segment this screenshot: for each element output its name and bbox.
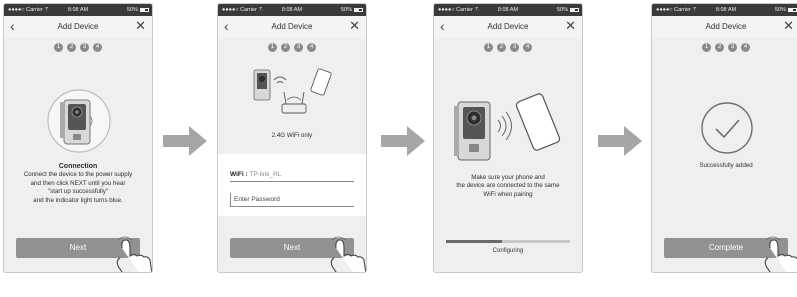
battery-icon xyxy=(788,8,797,12)
pairing-line-2: the device are connected to the same xyxy=(456,182,560,190)
battery-icon xyxy=(140,8,149,12)
wifi-pairing-illustration xyxy=(253,68,332,114)
screen-wifi-setup: ●●●●○ Carrier ⇡ 8:08 AM 50% ‹ Add Device… xyxy=(217,3,367,273)
success-message: Successfully added xyxy=(699,162,753,169)
step-3: 3 xyxy=(80,43,89,52)
step-3: 3 xyxy=(510,43,519,52)
step-3: 3 xyxy=(294,43,303,52)
step-4: 4 xyxy=(93,43,102,52)
instruction-line-2: and then click NEXT until you hear xyxy=(30,179,126,187)
nav-bar: ‹ Add Device ✕ xyxy=(4,16,152,38)
step-2: 2 xyxy=(715,43,724,52)
step-3: 3 xyxy=(728,43,737,52)
checkmark-icon xyxy=(701,102,753,154)
wifi-label: WiFi : xyxy=(230,171,248,178)
connection-instructions: Connection Connect the device to the pow… xyxy=(8,162,148,205)
screen-connection: ●●●●○ Carrier ⇡ 8:08 AM 50% ‹ Add Device… xyxy=(3,3,153,273)
step-indicator: 1234 xyxy=(218,43,366,52)
close-icon[interactable]: ✕ xyxy=(565,19,576,33)
nav-bar: ‹ Add Device ✕ xyxy=(218,16,366,38)
step-2: 2 xyxy=(497,43,506,52)
device-phone-illustration xyxy=(454,93,561,161)
step-2: 2 xyxy=(67,43,76,52)
page-title: Add Device xyxy=(487,22,529,31)
wifi-ssid-field[interactable]: WiFi : TP-link_RL xyxy=(230,168,354,182)
step-indicator: 1234 xyxy=(4,43,152,52)
tapping-hand-icon xyxy=(764,236,797,272)
instruction-line-4: and the indicator light turns blue. xyxy=(33,196,123,204)
screen-success: ●●●●○ Carrier ⇡ 8:08 AM 50% ‹ Add Device… xyxy=(651,3,797,273)
battery-icon xyxy=(354,8,363,12)
battery-percent: 50% xyxy=(126,7,138,13)
pairing-instructions: Make sure your phone and the device are … xyxy=(438,174,578,199)
status-bar: ●●●●○ Carrier ⇡ 8:08 AM 50% xyxy=(4,4,152,16)
close-icon[interactable]: ✕ xyxy=(783,19,794,33)
nav-bar: ‹ Add Device ✕ xyxy=(652,16,797,38)
step-indicator: 1234 xyxy=(652,43,797,52)
page-title: Add Device xyxy=(271,22,313,31)
step-4: 4 xyxy=(307,43,316,52)
instruction-line-1: Connect the device to the power supply xyxy=(23,171,133,179)
instruction-line-3: "start up successfully" xyxy=(47,188,109,196)
step-1: 1 xyxy=(54,43,63,52)
battery-percent: 50% xyxy=(556,7,568,13)
step-1: 1 xyxy=(268,43,277,52)
battery-percent: 50% xyxy=(340,7,352,13)
battery-percent: 50% xyxy=(774,7,786,13)
wifi-caption: 2.4G WiFi only xyxy=(271,132,313,139)
tapping-hand-icon xyxy=(330,236,366,272)
step-1: 1 xyxy=(484,43,493,52)
screen-configuring: ●●●●○ Carrier ⇡ 8:08 AM 50% ‹ Add Device… xyxy=(433,3,583,273)
page-title: Add Device xyxy=(705,22,747,31)
password-input[interactable]: Enter Password xyxy=(230,193,354,207)
pairing-line-3: WiFi when pairing xyxy=(483,190,533,198)
step-4: 4 xyxy=(741,43,750,52)
battery-icon xyxy=(570,8,579,12)
page-title: Add Device xyxy=(57,22,99,31)
pairing-line-1: Make sure your phone and xyxy=(471,174,545,181)
close-icon[interactable]: ✕ xyxy=(349,19,360,33)
step-1: 1 xyxy=(702,43,711,52)
connection-title: Connection xyxy=(58,163,98,170)
nav-bar: ‹ Add Device ✕ xyxy=(434,16,582,38)
step-2: 2 xyxy=(281,43,290,52)
doorbell-device-illustration xyxy=(47,89,111,153)
close-icon[interactable]: ✕ xyxy=(135,19,146,33)
flow-arrow-3 xyxy=(598,126,642,156)
wifi-ssid-value: TP-link_RL xyxy=(249,171,282,178)
flow-arrow-2 xyxy=(381,126,425,156)
progress-fill xyxy=(446,240,502,243)
status-bar: ●●●●○ Carrier ⇡ 8:08 AM 50% xyxy=(652,4,797,16)
configuring-progress-bar xyxy=(446,240,570,243)
status-bar: ●●●●○ Carrier ⇡ 8:08 AM 50% xyxy=(434,4,582,16)
status-bar: ●●●●○ Carrier ⇡ 8:08 AM 50% xyxy=(218,4,366,16)
flow-arrow-1 xyxy=(163,126,207,156)
step-indicator: 1234 xyxy=(434,43,582,52)
step-4: 4 xyxy=(523,43,532,52)
configuring-label: Configuring xyxy=(492,248,524,254)
tapping-hand-icon xyxy=(116,236,152,272)
